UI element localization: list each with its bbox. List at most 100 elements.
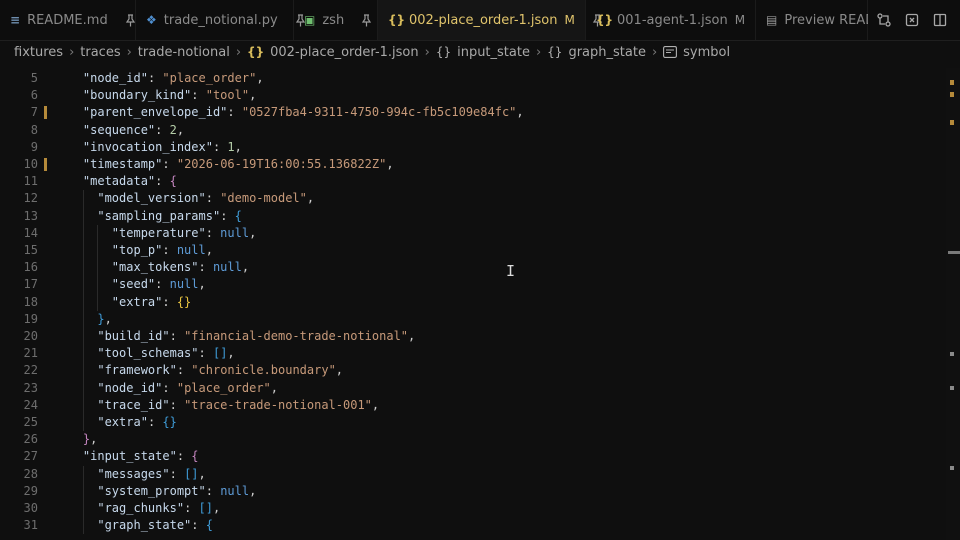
code-line: 25 "extra": {} <box>0 414 946 432</box>
breadcrumb-item[interactable]: traces <box>80 45 120 60</box>
breadcrumb-symbol[interactable]: symbol <box>683 45 730 60</box>
scroll-marker <box>950 92 954 97</box>
code-line: 7 "parent_envelope_id": "0527fba4-9311-4… <box>0 104 946 121</box>
code-text[interactable]: "metadata": { <box>54 173 177 190</box>
code-text[interactable]: "temperature": null, <box>54 225 257 242</box>
breadcrumb-item[interactable]: fixtures <box>14 45 63 60</box>
code-line: 23 "node_id": "place_order", <box>0 379 946 397</box>
preview-icon: ▤ <box>766 13 778 27</box>
code-token: , <box>198 466 206 481</box>
code-text[interactable]: "node_id": "place_order", <box>54 70 264 87</box>
tab-4[interactable]: {} 002-place_order-1.json M <box>378 0 602 40</box>
breadcrumb-item[interactable]: trade-notional <box>138 45 230 60</box>
code-text[interactable]: "tool_schemas": [], <box>54 345 234 362</box>
object-icon: {} <box>435 45 452 59</box>
breadcrumb-file[interactable]: 002-place_order-1.json <box>270 45 418 60</box>
chevron-right-icon: › <box>126 44 132 60</box>
code-text[interactable]: "sequence": 2, <box>54 122 184 139</box>
code-token: "model_version" <box>97 191 206 206</box>
code-text[interactable]: "build_id": "financial-demo-trade-notion… <box>54 328 415 345</box>
json-icon: {} <box>388 13 406 27</box>
code-line: 15 "top_p": null, <box>0 242 946 260</box>
line-number: 15 <box>23 243 38 257</box>
tab-list: ≡ README.md ❖ trade_notional.py ▣ zsh{} 002-pl… <box>0 0 875 40</box>
line-number: 28 <box>23 466 38 481</box>
breadcrumb-object[interactable]: input_state <box>457 45 530 60</box>
code-token: : <box>162 380 177 395</box>
code-text[interactable]: }, <box>54 311 111 328</box>
code-token: 1 <box>227 139 235 154</box>
line-number: 12 <box>23 191 38 206</box>
code-text[interactable]: "seed": null, <box>54 276 206 293</box>
code-token: : <box>198 346 213 361</box>
code-text[interactable]: "boundary_kind": "tool", <box>54 87 256 104</box>
scroll-thumb[interactable] <box>948 251 960 254</box>
python-icon: ❖ <box>146 13 157 27</box>
chevron-right-icon: › <box>235 44 242 60</box>
tab-2[interactable]: ❖ trade_notional.py <box>136 0 305 40</box>
pin-icon[interactable] <box>125 13 136 27</box>
split-editor-icon[interactable] <box>932 12 948 28</box>
tab-1[interactable]: ≡ README.md <box>0 0 136 40</box>
code-text[interactable]: "parent_envelope_id": "0527fba4-9311-475… <box>54 104 524 121</box>
tab-6[interactable]: ▤ Preview READ <box>756 0 875 40</box>
line-number: 26 <box>23 432 38 447</box>
line-number: 19 <box>23 311 38 326</box>
breadcrumb-object[interactable]: graph_state <box>568 45 646 60</box>
compare-changes-icon[interactable] <box>876 12 892 28</box>
code-token: , <box>249 483 257 498</box>
code-text[interactable]: "extra": {} <box>54 414 176 431</box>
code-token: "timestamp" <box>82 157 163 171</box>
code-text[interactable]: "max_tokens": null, <box>54 259 249 276</box>
code-text[interactable]: "timestamp": "2026-06-19T16:00:55.136822… <box>54 156 394 173</box>
code-token: { <box>191 449 199 464</box>
code-text[interactable]: "node_id": "place_order", <box>54 380 278 397</box>
code-token: "0527fba4-9311-4750-994c-fb5c109e84fc" <box>241 105 517 120</box>
code-text[interactable]: "top_p": null, <box>54 242 213 259</box>
scroll-marker <box>950 466 954 470</box>
line-number: 27 <box>23 449 38 464</box>
scroll-marker <box>950 386 954 390</box>
scroll-marker <box>950 80 954 85</box>
code-line: 18 "extra": {} <box>0 293 946 311</box>
code-token: "boundary_kind" <box>82 88 192 103</box>
code-token: [] <box>212 346 228 361</box>
code-text[interactable]: "input_state": { <box>54 448 199 465</box>
code-line: 10 "timestamp": "2026-06-19T16:00:55.136… <box>0 156 946 173</box>
code-text[interactable]: "model_version": "demo-model", <box>54 190 314 207</box>
open-changes-icon[interactable] <box>904 12 920 28</box>
code-token: , <box>386 157 394 171</box>
tab-3[interactable]: ▣ zsh <box>294 0 378 40</box>
code-text[interactable]: "trace_id": "trace-trade-notional-001", <box>54 397 379 414</box>
line-number: 29 <box>23 483 38 498</box>
code-text[interactable]: "invocation_index": 1, <box>54 139 242 156</box>
code-token: , <box>516 105 524 120</box>
code-text[interactable]: "extra": {} <box>54 294 191 311</box>
tab-label: 001-agent-1.json <box>617 12 728 28</box>
code-text[interactable]: }, <box>54 431 97 448</box>
pin-icon[interactable] <box>361 13 372 27</box>
modified-indicator: M <box>564 13 575 27</box>
modified-line-marker <box>44 106 47 120</box>
code-text[interactable]: "rag_chunks": [], <box>54 500 220 517</box>
code-token: , <box>306 191 315 206</box>
breadcrumb: fixtures › traces › trade-notional › {} … <box>0 40 960 64</box>
editor-scrollbar[interactable] <box>946 68 960 540</box>
code-token: : <box>147 415 163 429</box>
code-line: 29 "system_prompt": null, <box>0 482 946 500</box>
code-text[interactable]: "framework": "chronicle.boundary", <box>54 362 343 379</box>
code-token: : <box>212 139 228 154</box>
code-text[interactable]: "graph_state": { <box>54 517 213 534</box>
code-text[interactable]: "sampling_params": { <box>54 208 242 225</box>
code-text[interactable]: "messages": [], <box>54 466 206 483</box>
code-editor[interactable]: 5 "node_id": "place_order", 6 "boundary_k… <box>0 68 946 540</box>
code-text[interactable]: "system_prompt": null, <box>54 483 256 500</box>
code-token: : <box>176 449 192 464</box>
tab-5[interactable]: {} 001-agent-1.json M <box>586 0 756 40</box>
